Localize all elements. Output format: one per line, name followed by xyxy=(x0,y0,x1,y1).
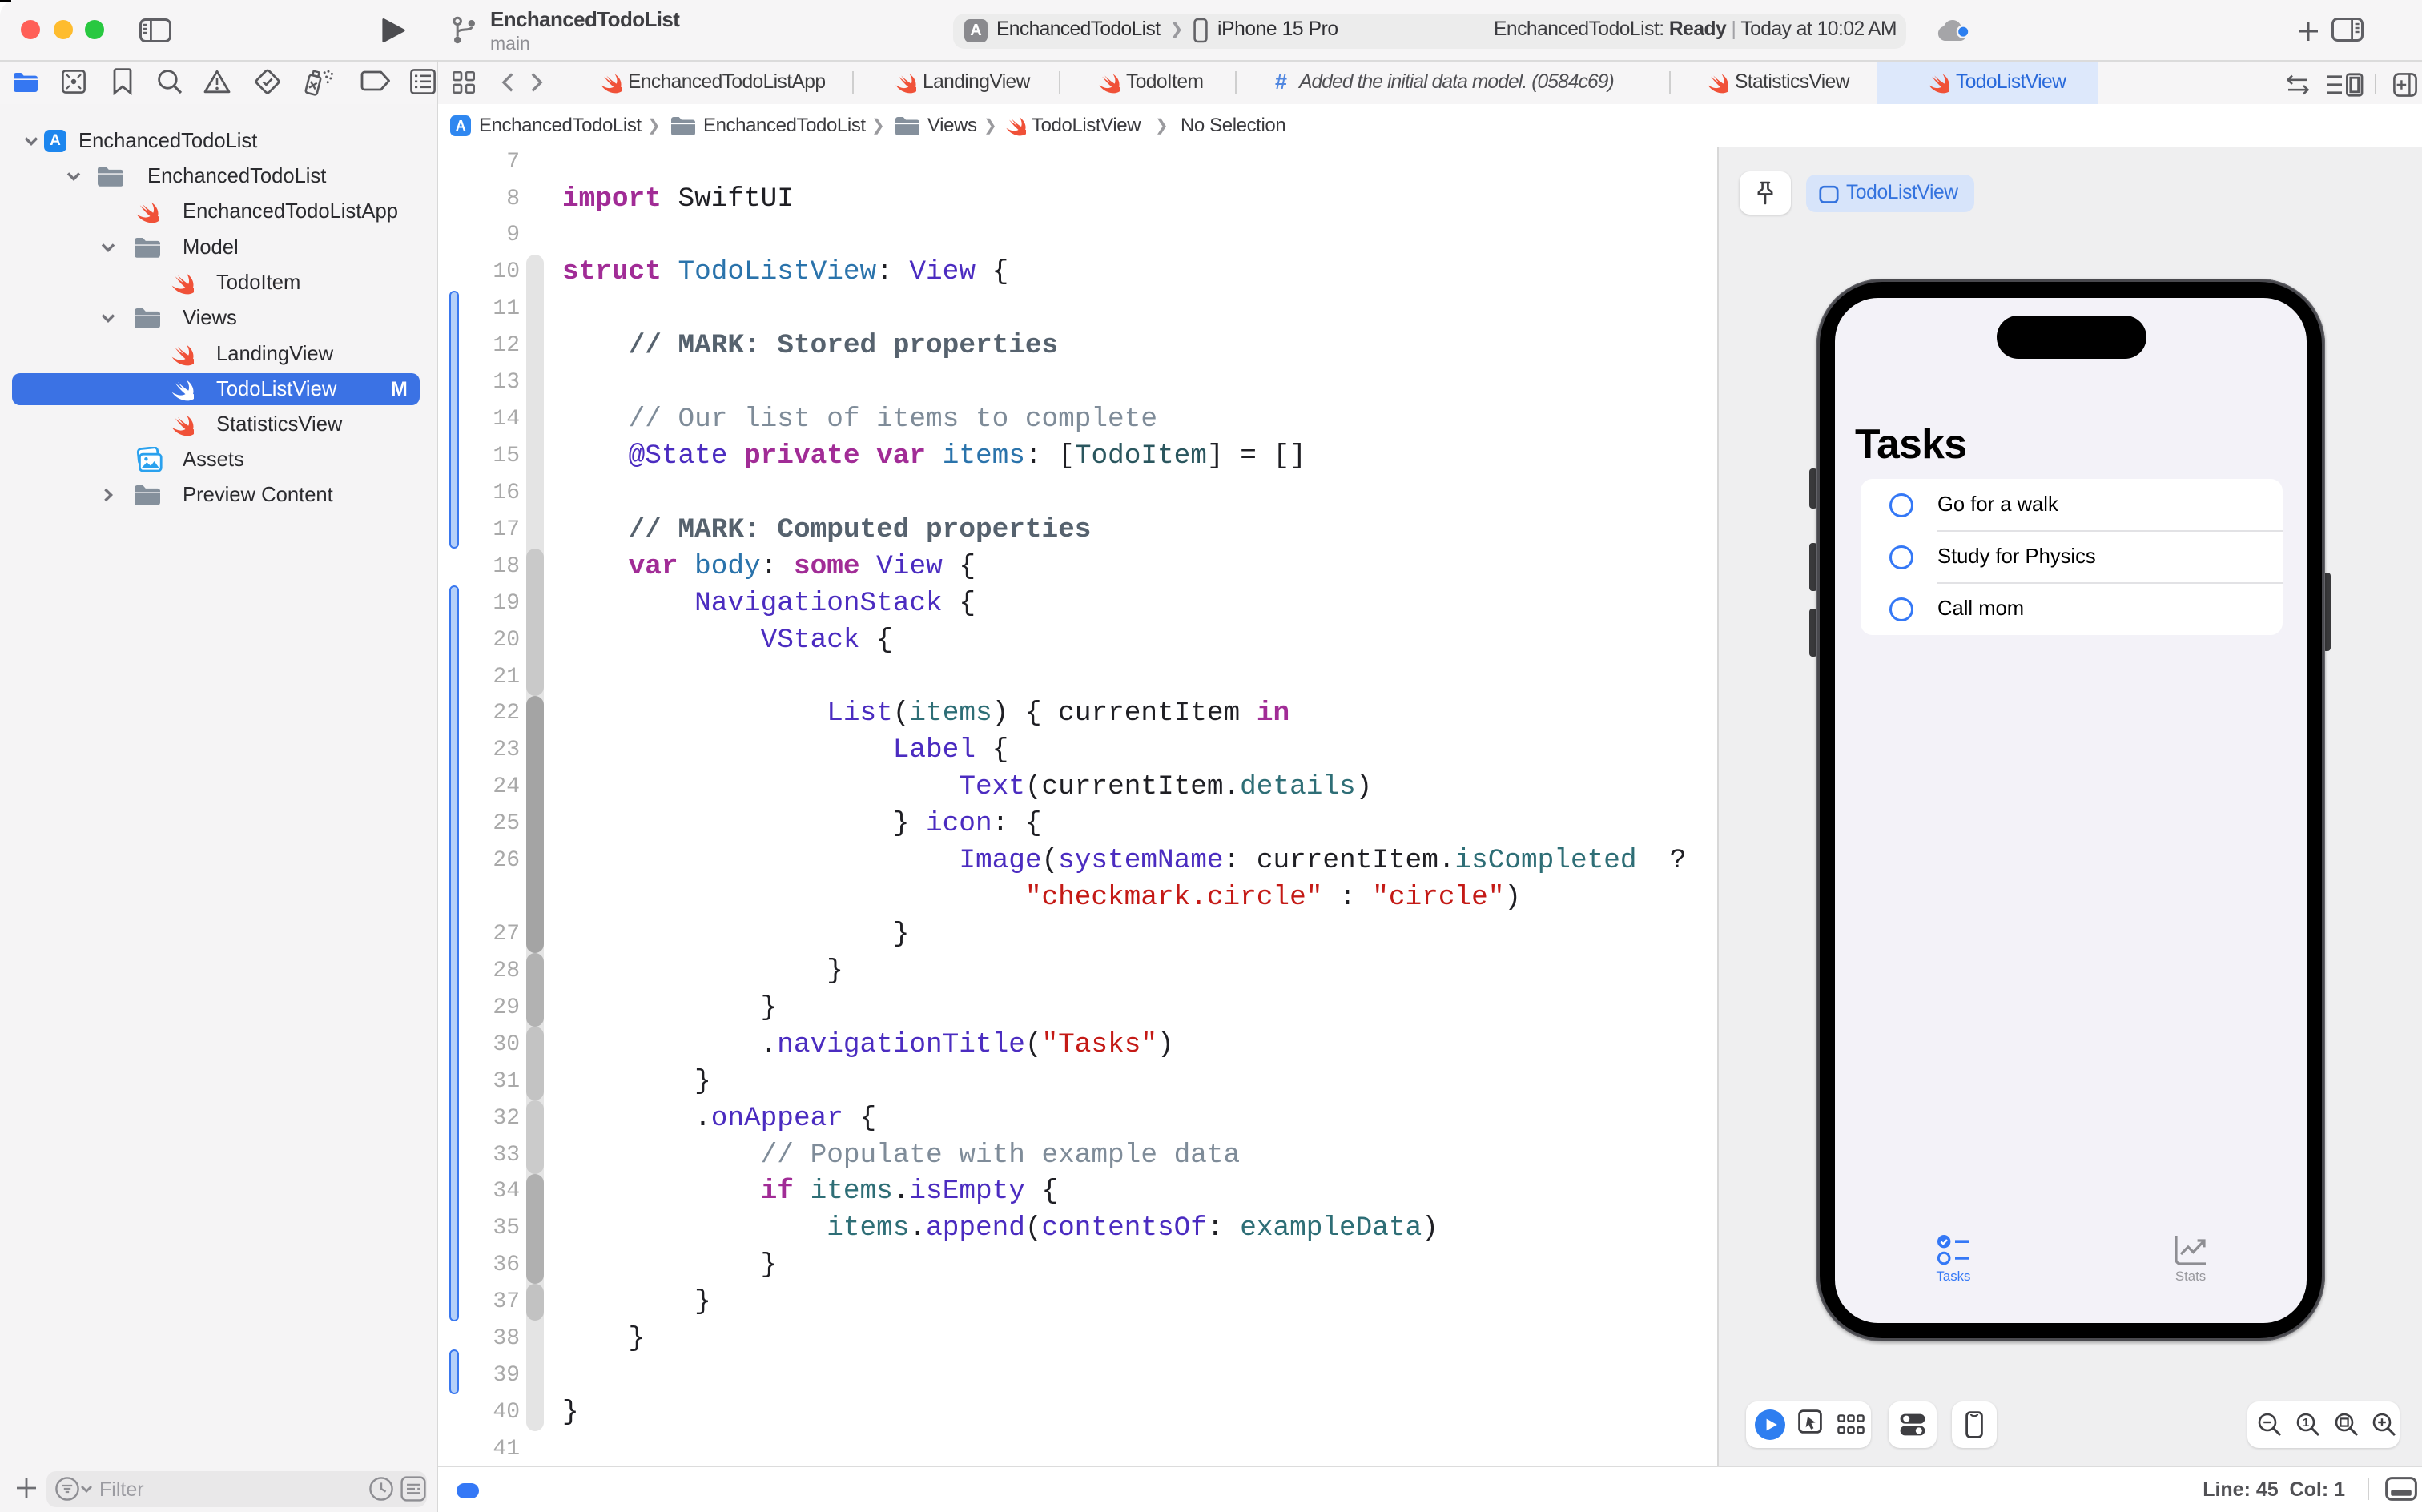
svg-text:1: 1 xyxy=(2303,1416,2309,1430)
